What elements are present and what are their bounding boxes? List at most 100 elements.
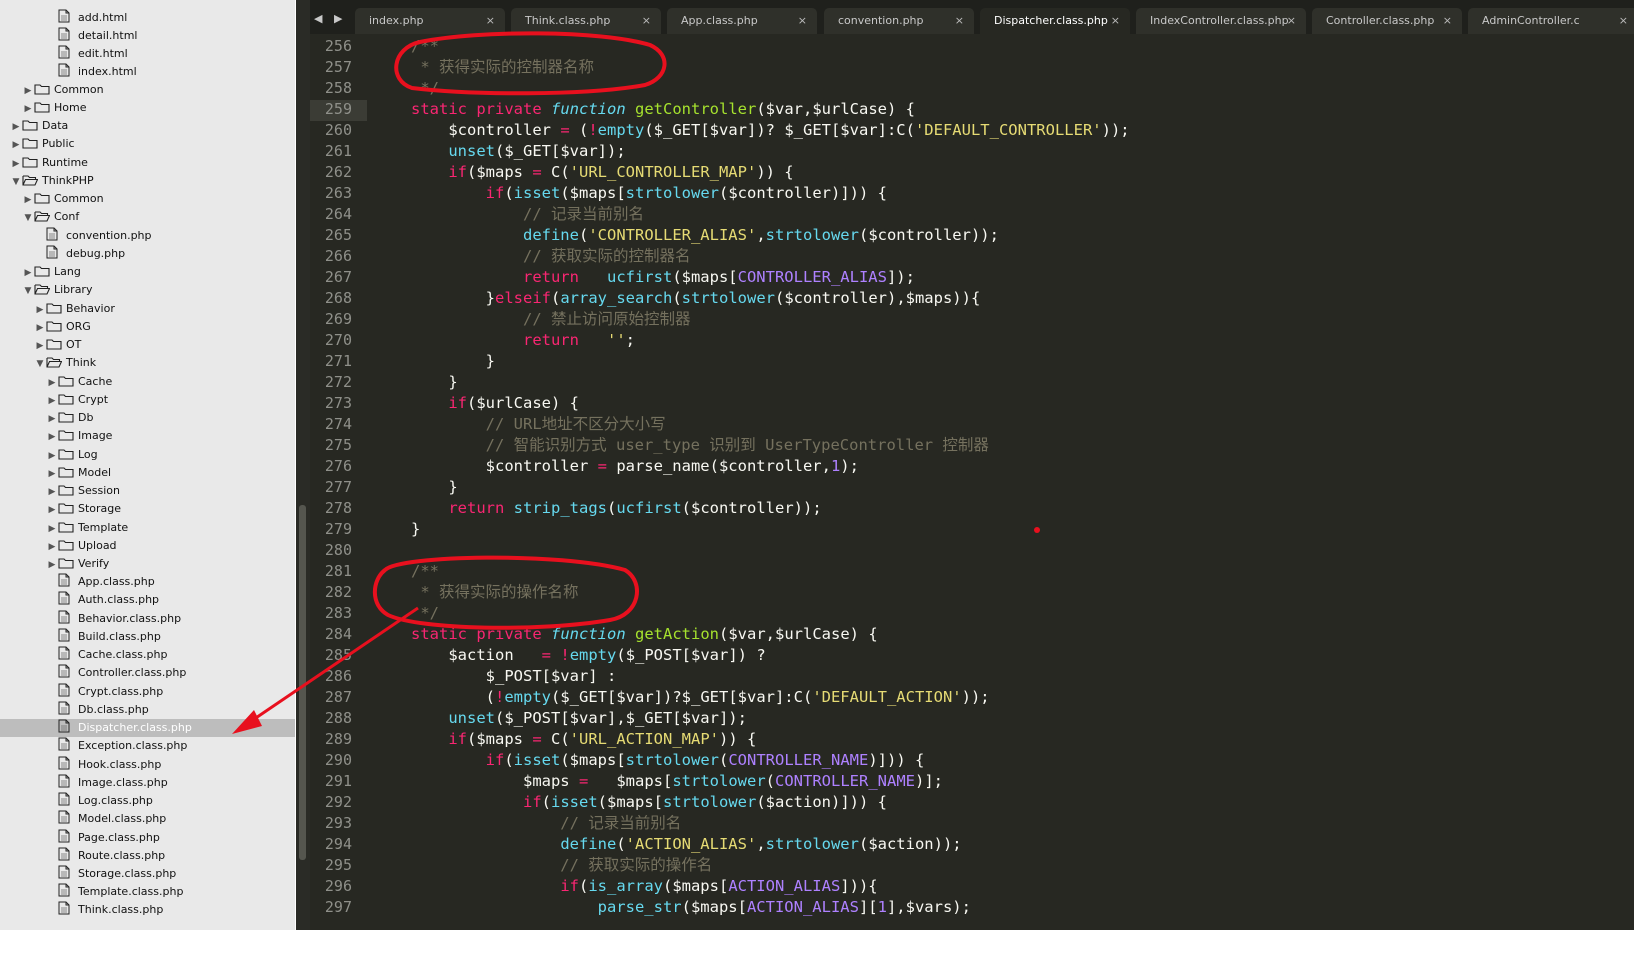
file-item[interactable]: Storage.class.php [58, 865, 176, 883]
code-token: ($controller)); [681, 499, 822, 517]
file-item[interactable]: Crypt.class.php [58, 683, 163, 701]
expand-right-icon[interactable]: ▶ [46, 428, 58, 446]
folder-item[interactable]: ▶ Verify [46, 555, 110, 574]
folder-item[interactable]: ▶ Model [46, 464, 112, 483]
file-item[interactable]: debug.php [46, 245, 125, 263]
close-icon[interactable]: × [1619, 8, 1628, 34]
expand-right-icon[interactable]: ▶ [46, 374, 58, 392]
expand-right-icon[interactable]: ▶ [10, 155, 22, 173]
folder-item[interactable]: ▶ Public [10, 135, 75, 153]
expand-right-icon[interactable]: ▶ [46, 447, 58, 465]
folder-item[interactable]: ▶ Cache [46, 373, 113, 392]
folder-item[interactable]: ▶ ORG [34, 318, 91, 336]
file-item[interactable]: Db.class.php [58, 701, 149, 719]
tab-nav-arrows[interactable]: ◀ ▶ [314, 12, 346, 25]
file-item[interactable]: Dispatcher.class.php [0, 719, 295, 737]
expand-right-icon[interactable]: ▶ [46, 501, 58, 519]
file-item[interactable]: Log.class.php [58, 792, 153, 810]
folder-item[interactable]: ▶ OT [34, 336, 82, 355]
file-item[interactable]: Hook.class.php [58, 756, 161, 774]
folder-item[interactable]: ▶ Common [22, 190, 104, 208]
file-item[interactable]: index.html [58, 63, 137, 81]
folder-item[interactable]: ▶ Image [46, 427, 113, 446]
folder-icon [58, 466, 74, 478]
file-item[interactable]: Think.class.php [58, 901, 163, 919]
file-item[interactable]: edit.html [58, 45, 128, 63]
file-item[interactable]: Template.class.php [58, 883, 183, 901]
folder-item[interactable]: ▶ Storage [46, 500, 122, 519]
expand-down-icon[interactable]: ▼ [22, 209, 34, 227]
expand-right-icon[interactable]: ▶ [46, 483, 58, 501]
close-icon[interactable]: × [798, 8, 807, 34]
expand-down-icon[interactable]: ▼ [34, 355, 46, 373]
file-item[interactable]: add.html [58, 9, 127, 27]
file-item[interactable]: Cache.class.php [58, 646, 167, 664]
expand-right-icon[interactable]: ▶ [22, 100, 34, 118]
folder-item[interactable]: ▶ Template [46, 519, 129, 538]
editor-tab[interactable]: Controller.class.php × [1312, 8, 1462, 34]
close-icon[interactable]: × [1443, 8, 1452, 34]
file-item[interactable]: Controller.class.php [58, 664, 186, 682]
expand-right-icon[interactable]: ▶ [46, 538, 58, 556]
code-line: if(is_array($maps[ACTION_ALIAS])){ [411, 876, 877, 897]
editor-tab[interactable]: index.php × [355, 8, 505, 34]
folder-item[interactable]: ▶ Lang [22, 263, 81, 281]
editor-tab[interactable]: IndexController.class.php × [1136, 8, 1306, 34]
folder-item[interactable]: ▶ Home [22, 99, 87, 118]
file-item[interactable]: detail.html [58, 27, 137, 45]
close-icon[interactable]: × [1287, 8, 1296, 34]
expand-down-icon[interactable]: ▼ [10, 173, 22, 191]
expand-right-icon[interactable]: ▶ [46, 520, 58, 538]
expand-right-icon[interactable]: ▶ [46, 392, 58, 410]
folder-item[interactable]: ▶ Crypt [46, 391, 108, 409]
folder-item[interactable]: ▼ ThinkPHP [10, 172, 94, 190]
editor-tab[interactable]: App.class.php × [667, 8, 817, 34]
close-icon[interactable]: × [1111, 8, 1120, 34]
folder-item[interactable]: ▼ Library [22, 281, 93, 300]
file-item[interactable]: Behavior.class.php [58, 610, 181, 628]
expand-right-icon[interactable]: ▶ [34, 301, 46, 319]
code-editor[interactable]: ◀ ▶ index.php × Think.class.php × App.class.… [310, 0, 1634, 930]
expand-right-icon[interactable]: ▶ [46, 556, 58, 574]
file-item[interactable]: Image.class.php [58, 774, 168, 792]
sidebar-scrollbar[interactable] [296, 0, 310, 930]
expand-right-icon[interactable]: ▶ [10, 118, 22, 136]
expand-right-icon[interactable]: ▶ [22, 264, 34, 282]
expand-right-icon[interactable]: ▶ [10, 136, 22, 154]
editor-tab[interactable]: Dispatcher.class.php × [980, 8, 1130, 34]
close-icon[interactable]: × [642, 8, 651, 34]
file-item[interactable]: Model.class.php [58, 810, 166, 828]
expand-right-icon[interactable]: ▶ [34, 319, 46, 337]
close-icon[interactable]: × [486, 8, 495, 34]
expand-down-icon[interactable]: ▼ [22, 282, 34, 300]
folder-item[interactable]: ▼ Think [34, 354, 97, 373]
expand-right-icon[interactable]: ▶ [22, 82, 34, 100]
folder-item[interactable]: ▶ Upload [46, 537, 117, 555]
expand-right-icon[interactable]: ▶ [22, 191, 34, 209]
folder-item[interactable]: ▶ Behavior [34, 300, 115, 318]
file-item[interactable]: Build.class.php [58, 628, 161, 646]
folder-item[interactable]: ▼ Conf [22, 208, 80, 227]
folder-item[interactable]: ▶ Data [10, 117, 69, 136]
folder-item[interactable]: ▶ Log [46, 446, 98, 464]
editor-tab[interactable]: AdminController.c × [1468, 8, 1634, 34]
expand-right-icon[interactable]: ▶ [46, 465, 58, 483]
file-item[interactable]: Auth.class.php [58, 591, 159, 609]
folder-item[interactable]: ▶ Db [46, 409, 94, 428]
editor-tab[interactable]: Think.class.php × [511, 8, 661, 34]
file-item[interactable]: Route.class.php [58, 847, 165, 865]
file-item[interactable]: convention.php [46, 227, 152, 245]
file-item[interactable]: Exception.class.php [58, 737, 187, 755]
expand-right-icon[interactable]: ▶ [34, 337, 46, 355]
file-item[interactable]: App.class.php [58, 573, 155, 591]
editor-tab[interactable]: convention.php × [824, 8, 974, 34]
file-item[interactable]: Page.class.php [58, 829, 160, 847]
close-icon[interactable]: × [955, 8, 964, 34]
scrollbar-thumb[interactable] [299, 505, 306, 860]
folder-item[interactable]: ▶ Common [22, 81, 104, 99]
folder-item[interactable]: ▶ Runtime [10, 154, 88, 172]
folder-item[interactable]: ▶ Session [46, 482, 120, 500]
tree-item-label: Session [78, 484, 120, 497]
expand-right-icon[interactable]: ▶ [46, 410, 58, 428]
